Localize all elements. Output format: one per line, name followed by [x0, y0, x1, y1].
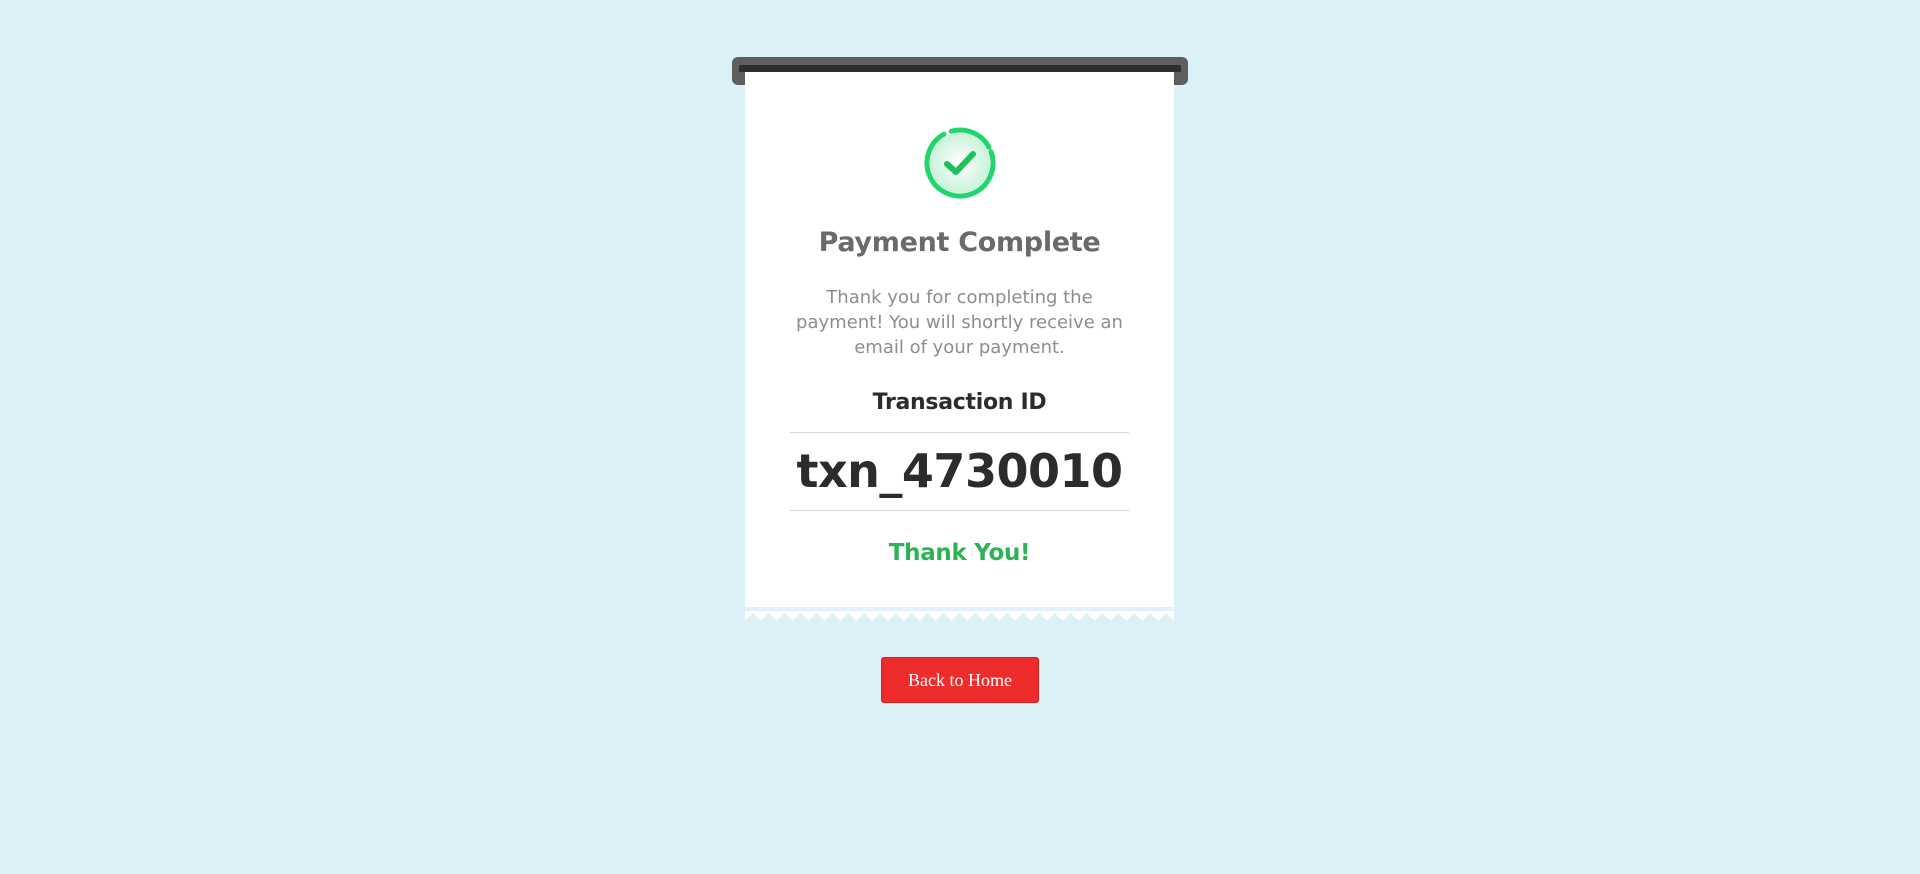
page-title: Payment Complete: [818, 227, 1101, 258]
receipt-card: Payment Complete Thank you for completin…: [745, 72, 1174, 607]
divider: [790, 510, 1129, 511]
transaction-id-label: Transaction ID: [872, 390, 1047, 415]
transaction-id-value: txn_4730010: [796, 444, 1123, 498]
divider: [790, 432, 1129, 433]
receipt-torn-edge: [745, 611, 1174, 621]
thank-you-text: Thank You!: [888, 540, 1031, 566]
check-circle-icon: [923, 126, 997, 200]
back-to-home-button[interactable]: Back to Home: [881, 657, 1039, 703]
payment-complete-page: Payment Complete Thank you for completin…: [0, 0, 1920, 874]
confirmation-message: Thank you for completing the payment! Yo…: [796, 287, 1123, 358]
